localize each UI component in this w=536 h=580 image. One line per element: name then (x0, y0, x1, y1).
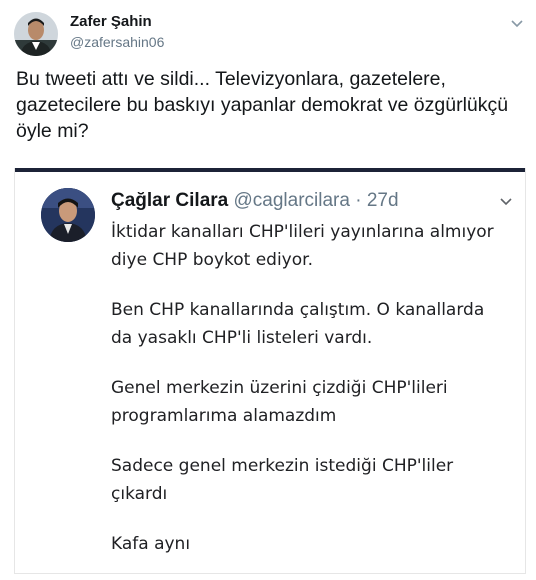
quoted-separator: · (355, 190, 362, 211)
quoted-header: Çağlar Cilara @caglarcilara · 27d (111, 190, 399, 212)
quoted-author-handle[interactable]: @caglarcilara (234, 190, 350, 211)
author-name[interactable]: Zafer Şahin (70, 13, 152, 30)
quoted-line: çıkardı (111, 484, 168, 504)
quoted-paragraph: Genel merkezin üzerini çizdiği CHP'liler… (111, 374, 511, 430)
quote-top-border (15, 168, 525, 172)
tweet-text-line: gazetecilere bu baskıyı yapanlar demokra… (16, 94, 509, 116)
quoted-line: da yasaklı CHP'li listeleri vardı. (111, 328, 373, 348)
quoted-line: Sadece genel merkezin istediği CHP'liler (111, 456, 454, 476)
quoted-paragraph: İktidar kanalları CHP'lileri yayınlarına… (111, 218, 511, 274)
quoted-line: programlarıma alamazdım (111, 406, 337, 426)
quoted-line: Ben CHP kanallarında çalıştım. O kanalla… (111, 300, 485, 320)
chevron-down-icon[interactable] (508, 14, 526, 32)
quoted-avatar-image (41, 188, 95, 242)
tweet-text-line: Bu tweeti attı ve sildi... Televizyonlar… (16, 68, 446, 90)
quoted-tweet[interactable]: Çağlar Cilara @caglarcilara · 27d İktida… (14, 168, 526, 574)
quoted-line: İktidar kanalları CHP'lileri yayınlarına… (111, 222, 494, 242)
quoted-paragraph: Ben CHP kanallarında çalıştım. O kanalla… (111, 296, 511, 352)
tweet: Zafer Şahin @zafersahin06 Bu tweeti attı… (0, 0, 536, 578)
quoted-line: diye CHP boykot ediyor. (111, 250, 313, 270)
quoted-body: İktidar kanalları CHP'lileri yayınlarına… (111, 218, 511, 580)
avatar-image (14, 12, 58, 56)
quoted-avatar[interactable] (41, 188, 95, 242)
quoted-author-name[interactable]: Çağlar Cilara (111, 190, 228, 211)
author-handle[interactable]: @zafersahin06 (70, 34, 164, 50)
tweet-text: Bu tweeti attı ve sildi... Televizyonlar… (16, 66, 526, 144)
quoted-line: Genel merkezin üzerini çizdiği CHP'liler… (111, 378, 448, 398)
quoted-paragraph: Kafa aynı (111, 530, 511, 558)
quoted-line: Kafa aynı (111, 534, 191, 554)
quoted-timestamp[interactable]: 27d (367, 190, 399, 211)
chevron-down-icon[interactable] (497, 192, 515, 210)
quoted-paragraph: Sadece genel merkezin istediği CHP'liler… (111, 452, 511, 508)
tweet-text-line: öyle mi? (16, 120, 89, 142)
avatar[interactable] (14, 12, 58, 56)
